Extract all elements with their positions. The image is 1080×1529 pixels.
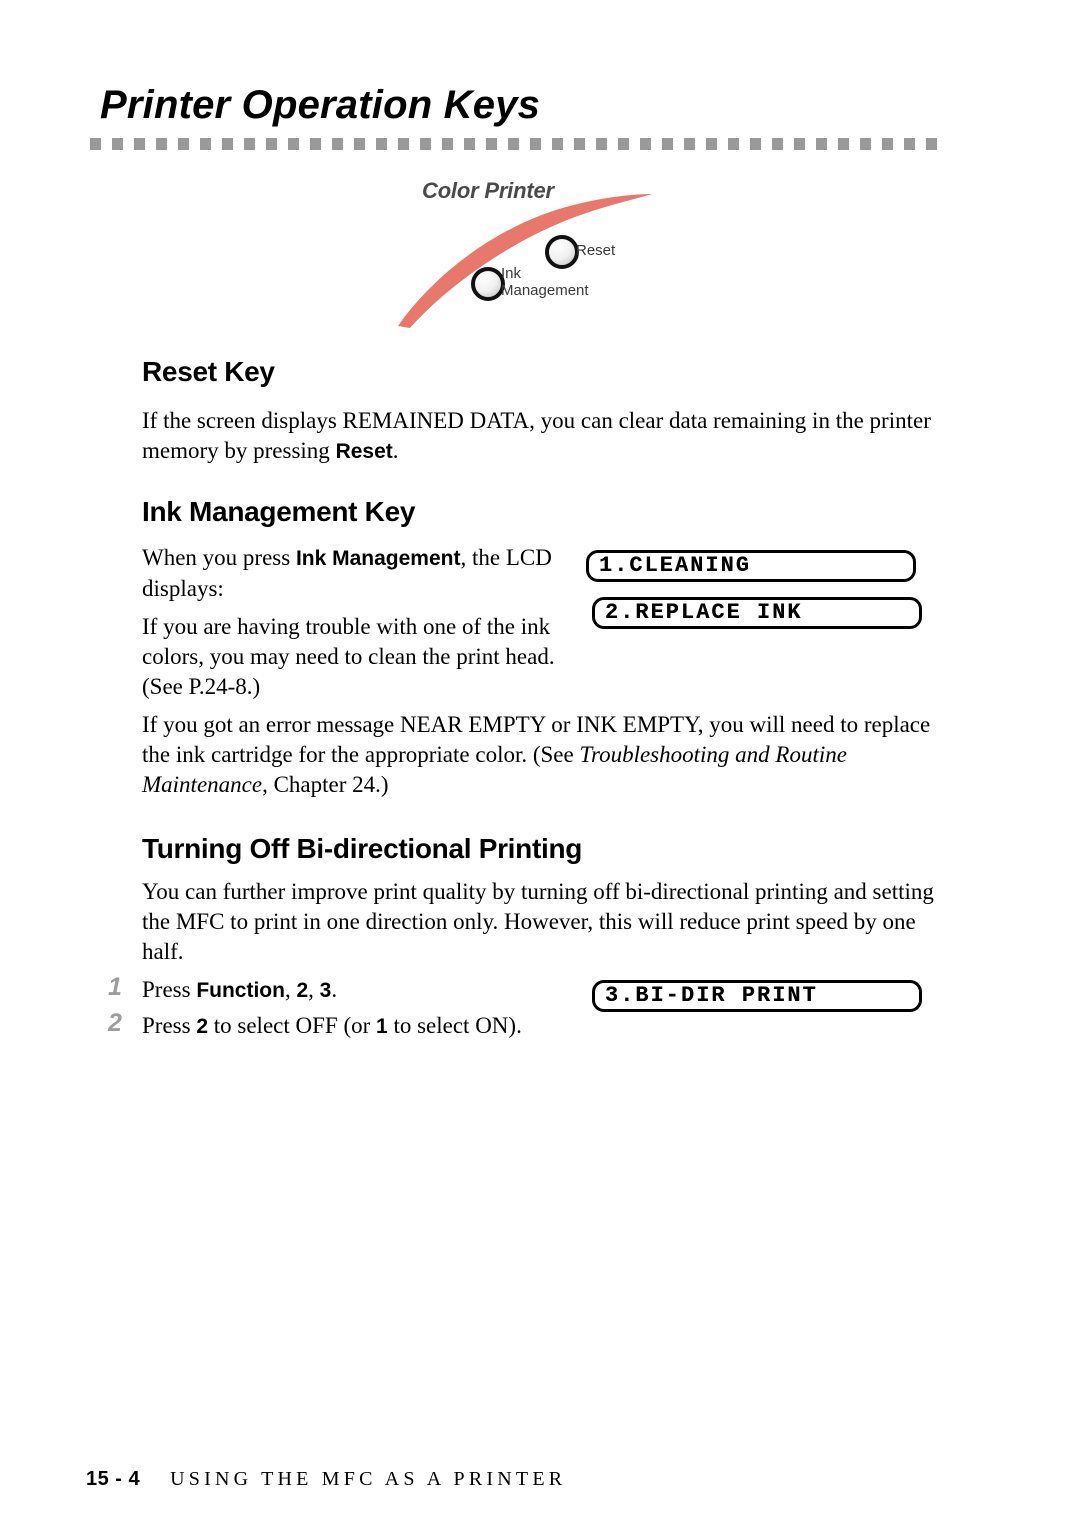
reset-button-glyph[interactable] [545,235,579,269]
arc-shape [398,194,652,328]
step-number-1: 1 [108,973,122,1001]
ink-management-button-label: Ink Management [501,265,589,299]
paragraph-ink-replace-cartridge: If you got an error message NEAR EMPTY o… [142,712,931,797]
heading-reset-key: Reset Key [142,356,275,387]
paragraph-ink-lcd-intro: When you press Ink Management, the LCD d… [142,545,552,601]
document-page: Printer Operation Keys Color Printer Res… [0,0,1080,1529]
footer-running-head: USING THE MFC AS A PRINTER [170,1468,567,1490]
footer-page-number: 15 - 4 [86,1468,141,1490]
lcd-display-replace-ink: 2.REPLACE INK [592,597,922,629]
heading-turning-off-bidirectional: Turning Off Bi-directional Printing [142,833,583,864]
lcd-text-replace-ink: 2.REPLACE INK [605,600,803,625]
page-footer: 15 - 4 USING THE MFC AS A PRINTER [86,1468,566,1491]
lcd-display-bidir-print: 3.BI-DIR PRINT [592,980,922,1012]
step-text-2: Press 2 to select OFF (or 1 to select ON… [142,1013,522,1038]
lcd-text-cleaning: 1.CLEANING [599,553,752,578]
lcd-text-bidir-print: 3.BI-DIR PRINT [605,983,818,1008]
ink-label-line-2: Management [501,282,589,299]
step-number-2: 2 [108,1009,122,1037]
ink-management-button-glyph[interactable] [471,267,505,301]
printer-panel-illustration: Color Printer Reset Ink Management [390,176,680,328]
paragraph-reset-key: If the screen displays REMAINED DATA, yo… [142,408,931,463]
color-printer-caption: Color Printer [422,178,554,203]
heading-ink-management-key: Ink Management Key [142,496,416,527]
paragraph-bidirectional-intro: You can further improve print quality by… [142,879,934,964]
paragraph-ink-clean-head: If you are having trouble with one of th… [142,614,555,699]
step-text-1: Press Function, 2, 3. [142,977,338,1002]
title-divider-rule [90,138,938,150]
page-title: Printer Operation Keys [100,83,541,127]
ink-label-line-1: Ink [501,265,522,282]
lcd-display-cleaning: 1.CLEANING [586,550,916,582]
reset-button-label: Reset [576,242,616,259]
